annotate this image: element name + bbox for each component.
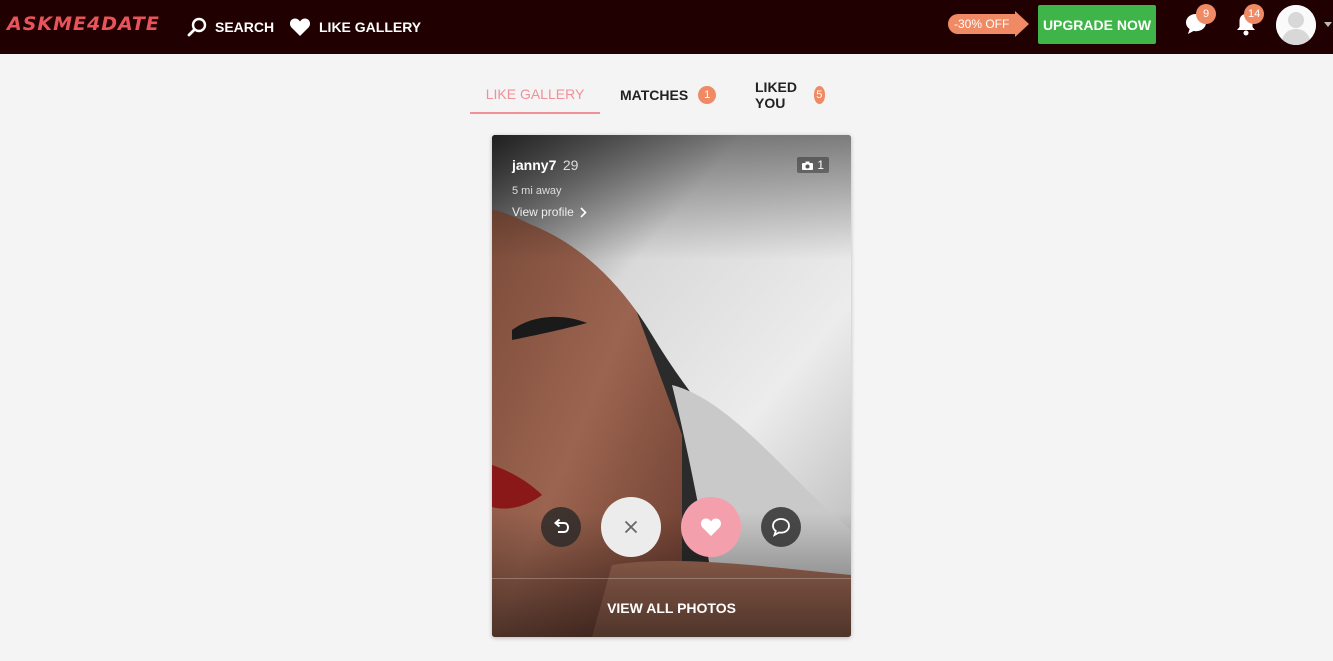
- tab-liked-you[interactable]: LIKED YOU 5: [755, 75, 825, 114]
- site-logo[interactable]: ASKME4DATE: [7, 13, 160, 35]
- tab-label: LIKED YOU: [755, 78, 797, 111]
- view-profile-label: View profile: [512, 205, 574, 219]
- user-silhouette-icon: [1276, 5, 1316, 45]
- tab-label: LIKE GALLERY: [485, 85, 585, 102]
- messages-count-badge: 9: [1196, 4, 1216, 24]
- like-gallery-nav-label: LIKE GALLERY: [319, 19, 422, 35]
- messages-button[interactable]: 9: [1184, 4, 1216, 41]
- tab-label: MATCHES: [620, 86, 689, 103]
- profile-age: 29: [562, 157, 579, 173]
- search-nav-link[interactable]: SEARCH: [187, 0, 274, 54]
- profile-username[interactable]: janny7: [512, 157, 556, 173]
- account-menu-caret-icon[interactable]: [1324, 22, 1332, 27]
- notifications-button[interactable]: 14: [1236, 4, 1265, 41]
- arrow-right-icon: [1015, 11, 1030, 37]
- photo-count: 1: [817, 158, 824, 172]
- notifications-count-badge: 14: [1244, 4, 1265, 24]
- view-all-photos-button[interactable]: VIEW ALL PHOTOS: [492, 579, 851, 637]
- view-profile-link[interactable]: View profile: [512, 205, 587, 219]
- heart-icon: [700, 518, 722, 536]
- tab-matches[interactable]: MATCHES 1: [620, 75, 717, 114]
- undo-icon: [553, 518, 570, 533]
- undo-button[interactable]: [541, 507, 581, 547]
- profile-info: janny7 29 5 mi away View profile: [512, 157, 587, 219]
- message-button[interactable]: [761, 507, 801, 547]
- camera-icon: [802, 161, 814, 170]
- discount-label: -30% OFF: [948, 14, 1016, 34]
- like-button[interactable]: [681, 497, 741, 557]
- chat-bubble-icon: [772, 518, 790, 537]
- search-nav-label: SEARCH: [215, 19, 275, 35]
- search-icon: [187, 17, 207, 37]
- matches-count-badge: 1: [698, 85, 717, 104]
- heart-icon: [289, 18, 311, 36]
- tab-like-gallery[interactable]: LIKE GALLERY: [470, 75, 600, 114]
- upgrade-button[interactable]: UPGRADE NOW: [1038, 5, 1156, 44]
- user-avatar[interactable]: [1276, 5, 1316, 45]
- top-navbar: ASKME4DATE SEARCH LIKE GALLERY -30% OFF …: [0, 0, 1333, 54]
- discount-promo[interactable]: -30% OFF: [948, 11, 1030, 37]
- like-gallery-nav-link[interactable]: LIKE GALLERY: [289, 0, 421, 54]
- close-icon: [624, 520, 638, 534]
- profile-distance: 5 mi away: [512, 185, 562, 197]
- profile-card: janny7 29 5 mi away View profile 1 VIEW …: [492, 135, 851, 637]
- chevron-right-icon: [580, 206, 587, 218]
- liked-you-count-badge: 5: [813, 85, 825, 104]
- photo-count-badge: 1: [797, 157, 829, 173]
- dislike-button[interactable]: [601, 497, 661, 557]
